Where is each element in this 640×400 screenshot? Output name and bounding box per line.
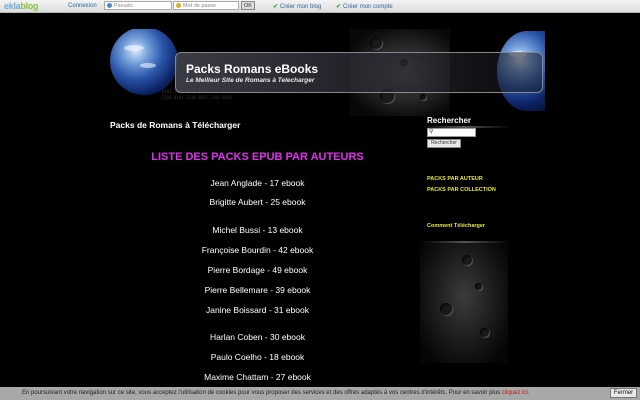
login-ok-button[interactable]: OK [241,1,255,10]
author-link[interactable]: Michel Bussi - 13 ebook [110,225,405,235]
author-link[interactable]: Brigitte Aubert - 25 ebook [110,197,405,207]
list-heading: LISTE DES PACKS EPUB PAR AUTEURS [151,151,364,163]
eklablog-toolbar: eklablog Connexion Pseudo Mot de passe O… [0,0,640,13]
create-account-link[interactable]: ✔ Créer mon compte [336,3,393,10]
cookie-banner: En poursuivant votre navigation sur ce s… [0,387,640,400]
author-link[interactable]: Harlan Coben - 30 ebook [110,332,405,342]
create-blog-link[interactable]: ✔ Créer mon blog [273,3,321,10]
search-input[interactable] [427,128,476,137]
link-packs-par-auteur[interactable]: PACKS PAR AUTEUR [427,176,483,182]
cookie-more-link[interactable]: cliquez ici. [502,390,530,396]
author-link[interactable]: Pierre Bellemare - 39 ebook [110,285,405,295]
author-link[interactable]: Paulo Coelho - 18 ebook [110,352,405,362]
check-icon: ✔ [336,4,342,10]
author-link[interactable]: Maxime Chattam - 27 ebook [110,372,405,382]
key-icon [176,3,181,8]
link-comment-telecharger[interactable]: Comment Télécharger [427,223,485,229]
login-label: Connexion [68,3,97,9]
username-input[interactable]: Pseudo [104,1,172,10]
site-header: 0101 1010 0110 1011 0100 1101 1100 0101 … [100,29,545,116]
earth-globe-image [110,29,178,95]
link-packs-par-collection[interactable]: PACKS PAR COLLECTION [427,187,496,193]
title-box: Packs Romans eBooks Le Meilleur Site de … [175,52,543,93]
check-icon: ✔ [273,4,279,10]
cookie-notice: En poursuivant votre navigation sur ce s… [22,390,530,396]
password-input[interactable]: Mot de passe [173,1,239,10]
cookie-close-button[interactable]: Fermer [610,388,637,398]
author-link[interactable]: Janine Boissard - 31 ebook [110,305,405,315]
moon-surface-image [420,243,508,363]
search-button[interactable]: Rechercher [427,139,461,148]
sidebar-search-title: Rechercher [427,116,472,125]
search-icon: ⚲ [429,129,434,135]
page-title: Packs de Romans à Télécharger [110,120,241,130]
site-title[interactable]: Packs Romans eBooks [186,62,318,76]
site-subtitle: Le Meilleur Site de Romans à Telecharger [186,77,315,84]
user-icon [107,3,112,8]
author-link[interactable]: Pierre Bordage - 49 ebook [110,265,405,275]
author-link[interactable]: Jean Anglade - 17 ebook [110,178,405,188]
author-link[interactable]: Françoise Bourdin - 42 ebook [110,245,405,255]
eklablog-logo[interactable]: eklablog [4,1,38,11]
